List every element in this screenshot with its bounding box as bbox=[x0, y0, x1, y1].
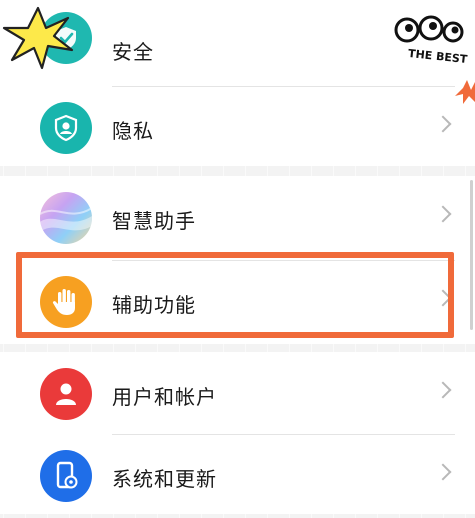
chevron-right-icon bbox=[434, 381, 452, 399]
settings-item-label: 安全 bbox=[112, 40, 154, 64]
chevron-right-icon bbox=[434, 463, 452, 481]
settings-item-users-accounts[interactable]: 用户和帐户 bbox=[0, 352, 475, 436]
settings-item-label: 智慧助手 bbox=[112, 209, 196, 233]
settings-item-label: 隐私 bbox=[112, 119, 154, 143]
chevron-right-icon bbox=[434, 205, 452, 223]
settings-group-system: 用户和帐户 系统和更新 bbox=[0, 352, 475, 514]
phone-settings-icon bbox=[40, 450, 92, 502]
privacy-user-shield-icon bbox=[40, 102, 92, 154]
settings-item-system-update[interactable]: 系统和更新 bbox=[0, 434, 475, 518]
scrollbar[interactable] bbox=[470, 180, 473, 330]
settings-item-smart-assistant[interactable]: 智慧助手 bbox=[0, 176, 475, 260]
smart-assistant-icon bbox=[40, 192, 92, 244]
settings-item-label: 用户和帐户 bbox=[112, 385, 217, 409]
highlight-box bbox=[16, 252, 454, 338]
star-sticker-icon bbox=[2, 6, 74, 70]
settings-item-label: 系统和更新 bbox=[112, 467, 217, 491]
chevron-right-icon bbox=[434, 115, 452, 133]
user-icon bbox=[40, 368, 92, 420]
